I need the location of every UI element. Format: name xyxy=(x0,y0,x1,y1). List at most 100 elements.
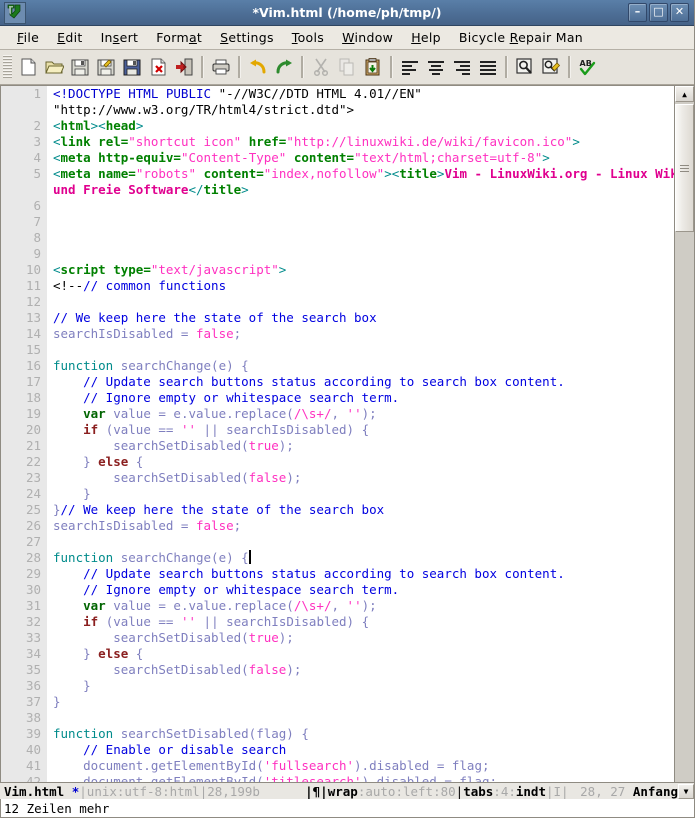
menu-label: Format xyxy=(156,30,202,45)
code-line[interactable]: 11<!--// common functions xyxy=(1,278,674,294)
find-icon[interactable] xyxy=(512,54,538,80)
code-line[interactable]: 37} xyxy=(1,694,674,710)
code-line[interactable]: "http://www.w3.org/TR/html4/strict.dtd"> xyxy=(1,102,674,118)
save-icon[interactable] xyxy=(67,54,93,80)
code-line[interactable]: 25}// We keep here the state of the sear… xyxy=(1,502,674,518)
code-line[interactable]: 41 document.getElementById('fullsearch')… xyxy=(1,758,674,774)
code-line[interactable]: 21 searchSetDisabled(true); xyxy=(1,438,674,454)
code-line[interactable]: 22 } else { xyxy=(1,454,674,470)
menu-item-bicycle-repair-man[interactable]: Bicycle Repair Man xyxy=(450,28,592,47)
code-line[interactable]: 27 xyxy=(1,534,674,550)
code-line[interactable]: 4<meta http-equiv="Content-Type" content… xyxy=(1,150,674,166)
code-line[interactable]: 24 } xyxy=(1,486,674,502)
maximize-button[interactable]: □ xyxy=(649,3,668,22)
code-line[interactable]: 32 if (value == '' || searchIsDisabled) … xyxy=(1,614,674,630)
code-line[interactable]: 39function searchSetDisabled(flag) { xyxy=(1,726,674,742)
code-line[interactable]: 3<link rel="shortcut icon" href="http://… xyxy=(1,134,674,150)
code-line[interactable]: 38 xyxy=(1,710,674,726)
align-justify-icon[interactable] xyxy=(475,54,501,80)
code-line[interactable]: 18 // Ignore empty or whitespace search … xyxy=(1,390,674,406)
command-line[interactable]: 12 Zeilen mehr xyxy=(0,799,694,817)
chevron-down-icon[interactable]: ▼ xyxy=(678,784,694,799)
code-line[interactable]: 36 } xyxy=(1,678,674,694)
code-line[interactable]: 15 xyxy=(1,342,674,358)
code-line[interactable]: 1<!DOCTYPE HTML PUBLIC "-//W3C//DTD HTML… xyxy=(1,86,674,102)
new-file-icon[interactable] xyxy=(15,54,41,80)
minimize-button[interactable]: – xyxy=(628,3,647,22)
line-text: // Ignore empty or whitespace search ter… xyxy=(47,582,674,598)
toolbar-grip[interactable] xyxy=(3,55,12,79)
align-right-icon[interactable] xyxy=(449,54,475,80)
menu-item-insert[interactable]: Insert xyxy=(92,28,148,47)
code-line[interactable]: 5<meta name="robots" content="index,nofo… xyxy=(1,166,674,182)
close-button[interactable]: ✕ xyxy=(670,3,689,22)
code-line[interactable]: 30 // Ignore empty or whitespace search … xyxy=(1,582,674,598)
close-file-icon[interactable] xyxy=(145,54,171,80)
copy-icon[interactable] xyxy=(334,54,360,80)
code-line[interactable]: 14searchIsDisabled = false; xyxy=(1,326,674,342)
exit-icon[interactable] xyxy=(171,54,197,80)
vertical-scrollbar[interactable]: ▲ xyxy=(674,86,694,782)
find-replace-icon[interactable] xyxy=(538,54,564,80)
code-line[interactable]: 8 xyxy=(1,230,674,246)
code-line[interactable]: 16function searchChange(e) { xyxy=(1,358,674,374)
align-left-icon[interactable] xyxy=(397,54,423,80)
code-line[interactable]: 17 // Update search buttons status accor… xyxy=(1,374,674,390)
code-line[interactable]: 34 } else { xyxy=(1,646,674,662)
code-line[interactable]: 35 searchSetDisabled(false); xyxy=(1,662,674,678)
line-number: 18 xyxy=(1,390,47,406)
print-icon[interactable] xyxy=(208,54,234,80)
code-span: var xyxy=(83,406,106,421)
text-buffer[interactable]: 1<!DOCTYPE HTML PUBLIC "-//W3C//DTD HTML… xyxy=(1,86,674,782)
menu-item-window[interactable]: Window xyxy=(333,28,402,47)
scrollbar-thumb[interactable] xyxy=(675,104,694,232)
scroll-up-arrow-icon[interactable]: ▲ xyxy=(675,86,694,102)
code-line[interactable]: 13// We keep here the state of the searc… xyxy=(1,310,674,326)
status-indent-label: indt xyxy=(516,784,546,799)
code-line[interactable]: 7 xyxy=(1,214,674,230)
line-number: 23 xyxy=(1,470,47,486)
open-folder-icon[interactable] xyxy=(41,54,67,80)
menu-item-tools[interactable]: Tools xyxy=(283,28,333,47)
code-line[interactable]: 9 xyxy=(1,246,674,262)
title-bar: *Vim.html (/home/ph/tmp/) – □ ✕ xyxy=(0,0,694,26)
redo-icon[interactable] xyxy=(271,54,297,80)
code-line[interactable]: 40 // Enable or disable search xyxy=(1,742,674,758)
code-line[interactable]: 28function searchChange(e) { xyxy=(1,550,674,566)
code-line[interactable]: 31 var value = e.value.replace(/\s+/, ''… xyxy=(1,598,674,614)
code-line[interactable]: 42 document.getElementById('titlesearch'… xyxy=(1,774,674,782)
code-line[interactable]: 6 xyxy=(1,198,674,214)
code-line[interactable]: 10<script type="text/javascript"> xyxy=(1,262,674,278)
save-as-icon[interactable] xyxy=(93,54,119,80)
code-span: // We keep here the state of the search … xyxy=(53,310,377,325)
code-line[interactable]: und Freie Software</title> xyxy=(1,182,674,198)
menu-item-file[interactable]: File xyxy=(8,28,48,47)
code-line[interactable]: 12 xyxy=(1,294,674,310)
code-span: ); xyxy=(286,470,301,485)
code-line[interactable]: 33 searchSetDisabled(true); xyxy=(1,630,674,646)
line-number: 34 xyxy=(1,646,47,662)
scrollbar-track[interactable] xyxy=(675,102,694,782)
paste-icon[interactable] xyxy=(360,54,386,80)
code-span: link xyxy=(61,134,99,149)
menu-item-settings[interactable]: Settings xyxy=(211,28,283,47)
align-center-icon[interactable] xyxy=(423,54,449,80)
code-span: false xyxy=(196,326,234,341)
line-text xyxy=(47,214,674,230)
undo-icon[interactable] xyxy=(245,54,271,80)
menu-item-help[interactable]: Help xyxy=(402,28,450,47)
menu-item-format[interactable]: Format xyxy=(147,28,211,47)
code-line[interactable]: 26searchIsDisabled = false; xyxy=(1,518,674,534)
line-number: 7 xyxy=(1,214,47,230)
cut-icon[interactable] xyxy=(308,54,334,80)
code-line[interactable]: 23 searchSetDisabled(false); xyxy=(1,470,674,486)
code-span xyxy=(241,134,249,149)
menu-item-edit[interactable]: Edit xyxy=(48,28,91,47)
code-line[interactable]: 2<html><head> xyxy=(1,118,674,134)
save-all-icon[interactable] xyxy=(119,54,145,80)
code-line[interactable]: 29 // Update search buttons status accor… xyxy=(1,566,674,582)
code-line[interactable]: 20 if (value == '' || searchIsDisabled) … xyxy=(1,422,674,438)
code-line[interactable]: 19 var value = e.value.replace(/\s+/, ''… xyxy=(1,406,674,422)
spellcheck-icon[interactable]: AB xyxy=(575,54,601,80)
line-number: 3 xyxy=(1,134,47,150)
